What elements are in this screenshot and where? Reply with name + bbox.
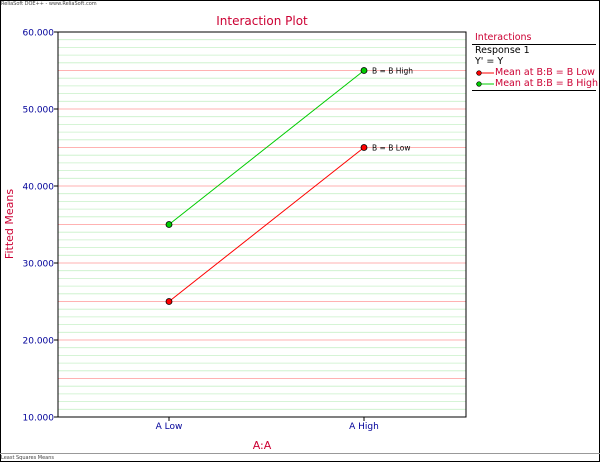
legend-item-label: Mean at B:B = B High [495, 78, 599, 89]
data-point-b-low [165, 298, 173, 305]
legend: Interactions Response 1 Y' = Y Mean at B… [472, 31, 599, 91]
legend-divider [472, 89, 596, 91]
y-axis-label: Fitted Means [3, 189, 16, 259]
y-tick-label: 60.000 [23, 29, 55, 39]
x-axis-label: A:A [253, 439, 272, 452]
series-end-label-b-high: B = B High [372, 67, 413, 76]
y-tick-label: 30.000 [23, 260, 55, 270]
x-axis: A Low A High [156, 417, 379, 432]
y-tick-label: 50.000 [23, 106, 55, 116]
chart-title: Interaction Plot [216, 14, 308, 28]
legend-item: Mean at B:B = B High [472, 78, 599, 89]
legend-title: Interactions [472, 31, 596, 45]
y-tick-label: 20.000 [23, 337, 55, 347]
y-tick-label: 40.000 [23, 183, 55, 193]
x-tick-label: A Low [156, 422, 183, 432]
legend-swatch [476, 70, 494, 76]
x-tick-label: A High [349, 422, 379, 432]
legend-swatch-marker [476, 81, 482, 87]
legend-item-label: Mean at B:B = B Low [495, 67, 595, 78]
y-axis: 10.000 20.000 30.000 40.000 50.000 60.000 [23, 29, 58, 424]
data-point-b-low [360, 144, 368, 151]
data-point-b-high [165, 221, 173, 228]
legend-transform: Y' = Y [475, 56, 504, 67]
y-tick-label: 10.000 [23, 414, 55, 424]
series-layer: B = B Low B = B High [165, 67, 413, 305]
legend-item: Mean at B:B = B Low [472, 67, 596, 78]
legend-response: Response 1 [475, 45, 530, 56]
data-point-b-high [360, 67, 368, 74]
legend-swatch-marker [476, 70, 482, 76]
legend-items: Mean at B:B = B Low Mean at B:B = B High [472, 67, 599, 89]
series-end-label-b-low: B = B Low [372, 144, 411, 153]
grid [58, 39, 466, 410]
legend-swatch [476, 81, 494, 87]
